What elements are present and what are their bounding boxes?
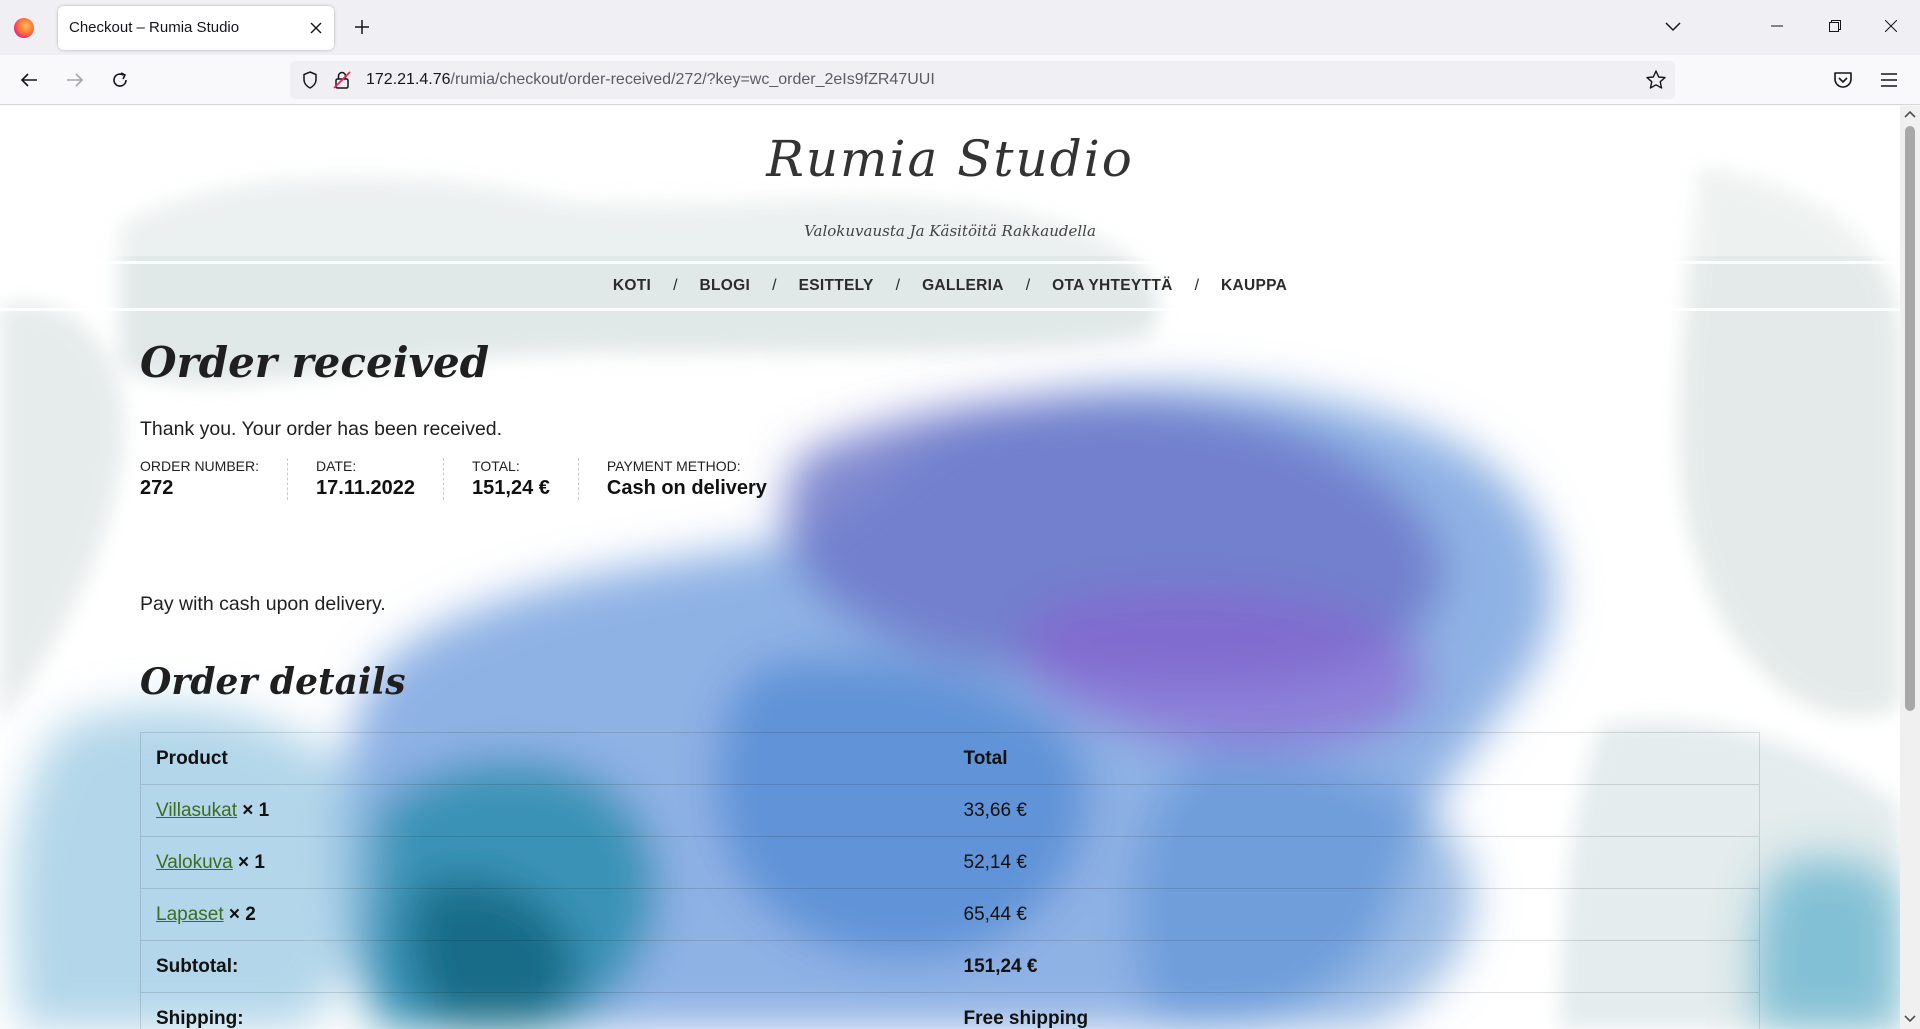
page-title: Order received xyxy=(140,338,490,387)
table-row: Villasukat × 1 33,66 € xyxy=(140,784,1760,837)
hamburger-menu-icon[interactable] xyxy=(1876,67,1902,93)
line-total: 52,14 € xyxy=(948,836,1760,889)
product-link[interactable]: Villasukat xyxy=(156,800,237,821)
line-total: 65,44 € xyxy=(948,888,1760,941)
nav-separator: / xyxy=(895,277,901,294)
thank-you-message: Thank you. Your order has been received. xyxy=(140,418,503,440)
site-tagline: Valokuvausta Ja Käsitöitä Rakkaudella xyxy=(804,222,1096,240)
overview-payment-method: PAYMENT METHOD: Cash on delivery xyxy=(607,458,795,500)
shipping-label: Shipping: xyxy=(140,992,949,1029)
url-text[interactable]: 172.21.4.76/rumia/checkout/order-receive… xyxy=(366,71,935,89)
table-row: Lapaset × 2 65,44 € xyxy=(140,888,1760,941)
order-overview: ORDER NUMBER: 272 DATE: 17.11.2022 TOTAL… xyxy=(140,458,823,500)
nav-separator: / xyxy=(1025,277,1031,294)
window-minimize-icon[interactable] xyxy=(1754,6,1800,46)
scroll-up-arrow-icon[interactable] xyxy=(1904,109,1916,121)
subtotal-label: Subtotal: xyxy=(140,940,949,993)
table-row: Valokuva × 1 52,14 € xyxy=(140,836,1760,889)
column-header-total: Total xyxy=(948,732,1760,785)
forward-arrow-icon[interactable] xyxy=(59,64,91,96)
browser-tab-active[interactable]: Checkout – Rumia Studio xyxy=(58,6,334,50)
scrollbar-thumb[interactable] xyxy=(1905,126,1915,711)
nav-item-galleria[interactable]: GALLERIA xyxy=(922,277,1004,295)
tab-list-chevron-down-icon[interactable] xyxy=(1658,13,1688,41)
overview-value: 151,24 € xyxy=(472,477,550,499)
insecure-lock-icon[interactable] xyxy=(332,70,352,90)
page-scrollbar[interactable] xyxy=(1900,106,1920,1029)
overview-value: Cash on delivery xyxy=(606,477,767,499)
product-quantity: × 1 xyxy=(242,799,270,821)
url-host: 172.21.4.76 xyxy=(366,71,451,88)
shipping-row: Shipping: Free shipping xyxy=(140,992,1760,1029)
order-details-table: Product Total Villasukat × 1 33,66 € Val… xyxy=(140,732,1760,1029)
new-tab-plus-icon[interactable] xyxy=(348,13,376,41)
site-title-logo[interactable]: Rumia Studio xyxy=(0,130,1900,188)
tab-title: Checkout – Rumia Studio xyxy=(69,19,240,36)
tracking-protection-shield-icon[interactable] xyxy=(300,70,320,90)
overview-order-number: ORDER NUMBER: 272 xyxy=(140,458,289,500)
product-quantity: × 1 xyxy=(238,851,265,873)
scroll-down-arrow-icon[interactable] xyxy=(1904,1012,1916,1024)
tab-close-icon[interactable] xyxy=(304,16,328,40)
product-cell: Villasukat × 1 xyxy=(140,784,949,837)
firefox-logo-icon xyxy=(14,18,34,38)
subtotal-value: 151,24 € xyxy=(948,940,1760,993)
line-total: 33,66 € xyxy=(948,784,1760,837)
back-arrow-icon[interactable] xyxy=(13,64,45,96)
product-cell: Lapaset × 2 xyxy=(140,888,949,941)
nav-item-kauppa[interactable]: KAUPPA xyxy=(1221,277,1287,295)
main-navigation: KOTI / BLOGI / ESITTELY / GALLERIA / OTA… xyxy=(0,261,1900,311)
overview-label: DATE: xyxy=(316,458,357,474)
url-path: /rumia/checkout/order-received/272/?key=… xyxy=(450,71,935,88)
product-link[interactable]: Valokuva xyxy=(156,852,233,873)
nav-item-blogi[interactable]: BLOGI xyxy=(700,277,751,295)
reload-icon[interactable] xyxy=(104,64,136,96)
payment-instructions: Pay with cash upon delivery. xyxy=(140,593,386,615)
order-details-heading: Order details xyxy=(140,661,406,703)
table-header-row: Product Total xyxy=(140,732,1760,785)
pocket-icon[interactable] xyxy=(1830,67,1856,93)
overview-label: TOTAL: xyxy=(472,458,520,474)
product-quantity: × 2 xyxy=(228,903,256,925)
browser-tabstrip: Checkout – Rumia Studio xyxy=(0,0,1920,55)
nav-separator: / xyxy=(673,277,678,294)
window-restore-icon[interactable] xyxy=(1812,6,1858,46)
bookmark-star-icon[interactable] xyxy=(1645,69,1667,91)
browser-navbar: 172.21.4.76/rumia/checkout/order-receive… xyxy=(0,55,1920,105)
overview-date: DATE: 17.11.2022 xyxy=(316,458,445,500)
overview-label: PAYMENT METHOD: xyxy=(606,458,741,474)
column-header-product: Product xyxy=(140,732,949,785)
nav-item-esittely[interactable]: ESITTELY xyxy=(799,277,874,295)
page-viewport: Rumia Studio Valokuvausta Ja Käsitöitä R… xyxy=(0,106,1900,1029)
overview-total: TOTAL: 151,24 € xyxy=(472,458,579,500)
nav-item-koti[interactable]: KOTI xyxy=(613,277,651,295)
subtotal-row: Subtotal: 151,24 € xyxy=(140,940,1760,993)
product-link[interactable]: Lapaset xyxy=(156,904,224,925)
nav-item-ota-yhteytta[interactable]: OTA YHTEYTTÄ xyxy=(1052,277,1172,295)
overview-value: 17.11.2022 xyxy=(316,477,416,499)
product-cell: Valokuva × 1 xyxy=(140,836,949,889)
window-close-icon[interactable] xyxy=(1868,6,1914,46)
nav-separator: / xyxy=(1194,277,1200,294)
nav-separator: / xyxy=(772,277,777,294)
address-bar[interactable]: 172.21.4.76/rumia/checkout/order-receive… xyxy=(290,61,1675,99)
overview-label: ORDER NUMBER: xyxy=(140,458,260,474)
overview-value: 272 xyxy=(140,477,174,499)
shipping-value: Free shipping xyxy=(948,992,1760,1029)
